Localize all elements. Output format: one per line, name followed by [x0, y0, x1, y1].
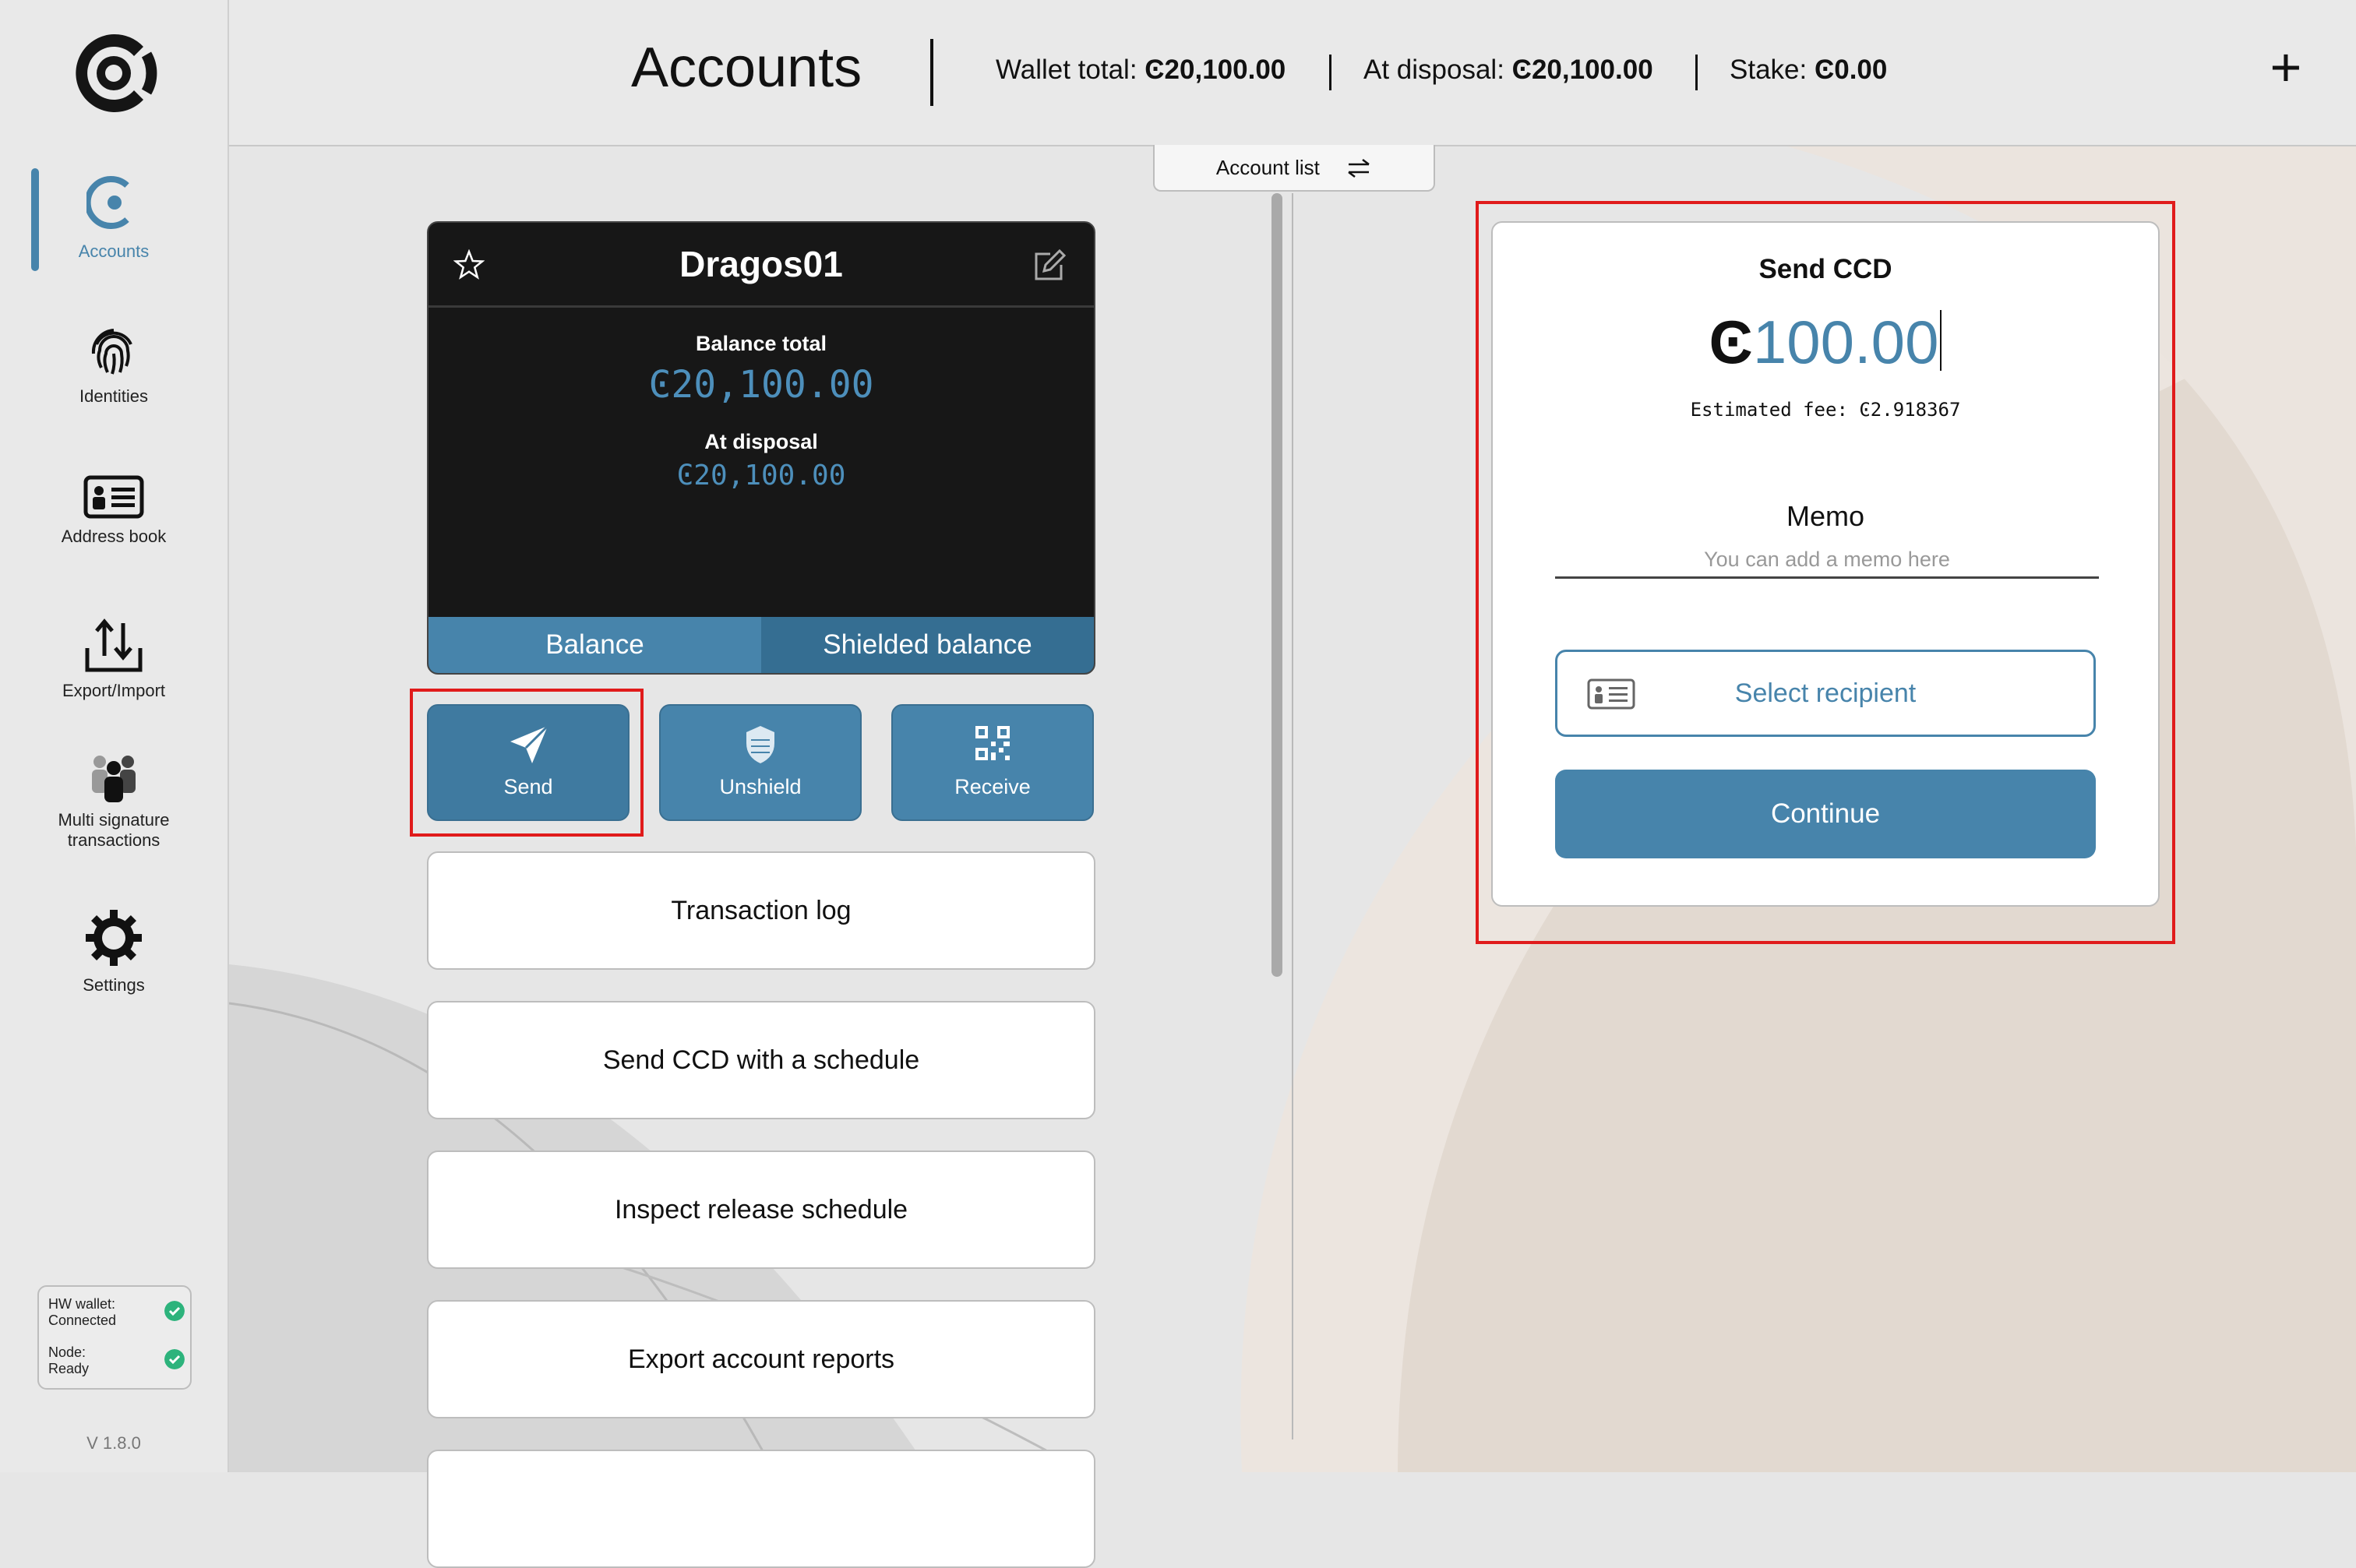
account-list-toggle[interactable]: Account list	[1153, 145, 1435, 192]
wallet-total-label: Wallet total:	[996, 55, 1137, 85]
sidebar-item-label: transactions	[67, 830, 160, 850]
stake: Stake: Ͼ0.00	[1730, 55, 1887, 86]
check-circle-icon	[164, 1301, 185, 1321]
sidebar-item-label: Settings	[83, 975, 145, 995]
highlight-send-button	[410, 689, 644, 837]
account-name: Dragos01	[679, 244, 843, 284]
at-disposal-label: At disposal	[704, 430, 818, 453]
app-version: V 1.8.0	[86, 1433, 141, 1453]
balance-total-label: Balance total	[695, 332, 827, 355]
receive-label: Receive	[954, 775, 1031, 798]
scrollbar[interactable]	[1271, 193, 1282, 977]
unshield-button[interactable]: Unshield	[659, 704, 862, 821]
hw-wallet-status: HW wallet: Connected	[48, 1296, 185, 1329]
hw-wallet-value: Connected	[48, 1313, 117, 1328]
header-divider	[930, 39, 933, 106]
receive-button[interactable]: Receive	[891, 704, 1094, 821]
sidebar-item-identities[interactable]: Identities	[0, 322, 227, 407]
header: Accounts Wallet total: Ͼ20,100.00 At dis…	[229, 0, 2356, 146]
at-disposal-value: Ͼ20,100.00	[676, 460, 846, 492]
node-status: Node: Ready	[48, 1344, 185, 1377]
edit-icon[interactable]	[1033, 249, 1066, 282]
add-account-button[interactable]: +	[2263, 40, 2309, 94]
at-disposal: At disposal: Ͼ20,100.00	[1363, 55, 1653, 86]
sidebar-item-label: Identities	[79, 386, 149, 406]
sidebar-item-multisig[interactable]: Multi signature transactions	[0, 752, 227, 851]
accounts-icon	[86, 176, 129, 229]
send-ccd-schedule-button[interactable]: Send CCD with a schedule	[427, 1001, 1095, 1119]
more-options-button[interactable]	[427, 1450, 1095, 1568]
stake-value: Ͼ0.00	[1814, 55, 1888, 85]
account-card-header: Dragos01	[429, 223, 1094, 308]
swap-arrows-icon	[1348, 159, 1370, 178]
check-circle-icon	[164, 1349, 185, 1369]
address-book-icon	[83, 475, 144, 519]
sidebar-item-label: Multi signature	[58, 810, 170, 830]
header-divider	[1695, 55, 1698, 90]
sidebar-item-label: Accounts	[78, 241, 150, 261]
wallet-total: Wallet total: Ͼ20,100.00	[996, 55, 1286, 86]
unshield-label: Unshield	[719, 775, 802, 798]
at-disposal-value: Ͼ20,100.00	[1511, 55, 1653, 85]
export-import-icon	[85, 618, 143, 672]
tab-balance[interactable]: Balance	[429, 617, 761, 673]
sidebar-item-settings[interactable]: Settings	[0, 908, 227, 995]
stake-label: Stake:	[1730, 55, 1808, 85]
gear-icon	[86, 910, 142, 966]
inspect-release-schedule-button[interactable]: Inspect release schedule	[427, 1150, 1095, 1269]
concordium-logo	[76, 33, 157, 112]
account-list-label: Account list	[1215, 156, 1320, 179]
wallet-total-value: Ͼ20,100.00	[1144, 55, 1286, 85]
shield-icon	[746, 726, 774, 763]
sidebar-item-address-book[interactable]: Address book	[0, 475, 227, 547]
sidebar-item-label: Address book	[61, 527, 167, 546]
qr-code-icon	[975, 726, 1010, 760]
header-divider	[1329, 55, 1331, 90]
sidebar: Accounts Identities Address book Export/…	[0, 0, 229, 1472]
export-account-reports-button[interactable]: Export account reports	[427, 1300, 1095, 1418]
balance-tabs: Balance Shielded balance	[429, 617, 1094, 673]
highlight-send-panel	[1476, 201, 2175, 944]
connection-status: HW wallet: Connected Node: Ready	[37, 1285, 192, 1390]
node-value: Ready	[48, 1361, 90, 1376]
panel-divider	[1292, 193, 1293, 1439]
multisig-people-icon	[92, 756, 136, 802]
tab-shielded-balance[interactable]: Shielded balance	[761, 617, 1094, 673]
sidebar-item-accounts[interactable]: Accounts	[0, 171, 227, 262]
sidebar-item-export-import[interactable]: Export/Import	[0, 617, 227, 701]
sidebar-item-label: Export/Import	[62, 681, 166, 700]
fingerprint-icon	[91, 329, 132, 375]
account-card: Dragos01 Balance total Ͼ20,100.00 At dis…	[427, 221, 1095, 675]
at-disposal-label: At disposal:	[1363, 55, 1504, 85]
page-title: Accounts	[631, 37, 862, 99]
balance-total-value: Ͼ20,100.00	[648, 363, 874, 407]
transaction-log-button[interactable]: Transaction log	[427, 851, 1095, 970]
